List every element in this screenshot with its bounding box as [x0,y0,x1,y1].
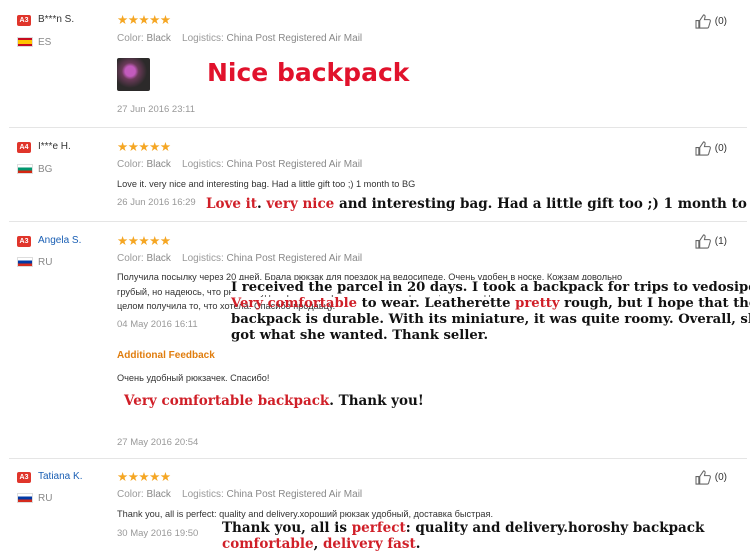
translation-highlight: Love it [206,196,257,212]
review-date: 26 Jun 2016 16:29 [117,197,196,208]
review-photo-thumbnail[interactable] [117,58,150,91]
review-text: Love it. very nice and interesting bag. … [117,179,416,189]
helpful-button[interactable]: (0) [695,470,727,485]
order-info: Color: Black Logistics: China Post Regis… [117,253,362,264]
buyer-country: BG [38,164,53,175]
helpful-count: (0) [714,16,728,27]
translation-highlight: perfect [351,520,406,536]
translation-text: : quality and delivery.horoshy backpack [405,520,705,536]
color-label: Color: [117,489,144,500]
translation-highlight: Very comfortable backpack [124,393,330,409]
translation-line: comfortable, delivery fast. [222,536,420,552]
logistics-value: China Post Registered Air Mail [226,159,363,170]
logistics-label: Logistics: [182,253,224,264]
additional-feedback-text: Очень удобный рюкзачек. Спасибо! [117,373,270,383]
thumbs-up-icon [695,141,711,156]
buyer-country: RU [38,257,53,268]
translation-text: and interesting bag. Had a little gift t… [334,196,750,212]
color-value: Black [146,489,171,500]
helpful-count: (0) [714,472,728,483]
translation-text: . Thank you! [329,393,424,409]
translation-highlight: Very comfortable [231,296,358,311]
buyer-name: I***e H. [38,141,71,152]
translation-highlight: pretty [515,296,560,311]
russia-flag-icon [17,493,33,503]
buyer-level-badge: A3 [17,15,31,26]
buyer-country: ES [38,37,52,48]
review-date: 04 May 2016 16:11 [117,319,198,330]
spain-flag-icon [17,37,33,47]
logistics-value: China Post Registered Air Mail [226,33,363,44]
buyer-name[interactable]: Tatiana K. [38,471,82,482]
translation-line: I received the parcel in 20 days. I took… [231,280,750,295]
star-rating: ★★★★★ [117,13,171,27]
translation-highlight: comfortable [222,536,314,552]
color-label: Color: [117,33,144,44]
helpful-count: (1) [714,236,728,247]
additional-feedback-label: Additional Feedback [117,350,215,361]
review-divider [9,458,747,459]
order-info: Color: Black Logistics: China Post Regis… [117,33,362,44]
translation-line: Very comfortable to wear. Leatherette pr… [231,296,750,311]
bulgaria-flag-icon [17,164,33,174]
color-value: Black [146,253,171,264]
star-rating: ★★★★★ [117,140,171,154]
helpful-button[interactable]: (0) [695,141,727,156]
buyer-name: B***n S. [38,14,75,25]
translation-line: Thank you, all is perfect: quality and d… [222,520,704,536]
helpful-button[interactable]: (1) [695,234,727,249]
thumbs-up-icon [695,470,711,485]
helpful-button[interactable]: (0) [695,14,727,29]
thumbs-up-icon [695,234,711,249]
translation-text: Thank you, all is [222,520,352,536]
review-divider [9,127,747,128]
thumbs-up-icon [695,14,711,29]
review-date: 30 May 2016 19:50 [117,528,199,539]
helpful-count: (0) [714,143,728,154]
buyer-name[interactable]: Angela S. [38,235,81,246]
review-divider [9,221,747,222]
color-value: Black [146,159,171,170]
buyer-country: RU [38,493,53,504]
photo-caption-overlay: Nice backpack [207,58,410,87]
order-info: Color: Black Logistics: China Post Regis… [117,489,362,500]
color-label: Color: [117,253,144,264]
translation-highlight: delivery fast [322,536,416,552]
translation-text: , [313,536,323,552]
translation-line: got what she wanted. Thank seller. [231,328,489,343]
additional-translation-overlay: Very comfortable backpack. Thank you! [124,393,424,409]
review-date: 27 Jun 2016 23:11 [117,104,196,115]
translation-text: rough, but I hope that the [559,296,750,311]
additional-feedback-date: 27 May 2016 20:54 [117,437,199,448]
color-value: Black [146,33,171,44]
buyer-level-badge: A4 [17,142,31,153]
logistics-label: Logistics: [182,33,224,44]
color-label: Color: [117,159,144,170]
translation-text: . [257,196,267,212]
logistics-value: China Post Registered Air Mail [226,253,363,264]
logistics-value: China Post Registered Air Mail [226,489,363,500]
translation-text: . [415,536,421,552]
buyer-level-badge: A3 [17,472,31,483]
translation-text: to wear. Leatherette [357,296,516,311]
translation-line: backpack is durable. With its miniature,… [231,312,750,327]
logistics-label: Logistics: [182,489,224,500]
star-rating: ★★★★★ [117,470,171,484]
russia-flag-icon [17,257,33,267]
translation-highlight: very nice [266,196,335,212]
order-info: Color: Black Logistics: China Post Regis… [117,159,362,170]
star-rating: ★★★★★ [117,234,171,248]
logistics-label: Logistics: [182,159,224,170]
translation-overlay: Love it. very nice and interesting bag. … [206,196,750,212]
buyer-level-badge: A3 [17,236,31,247]
